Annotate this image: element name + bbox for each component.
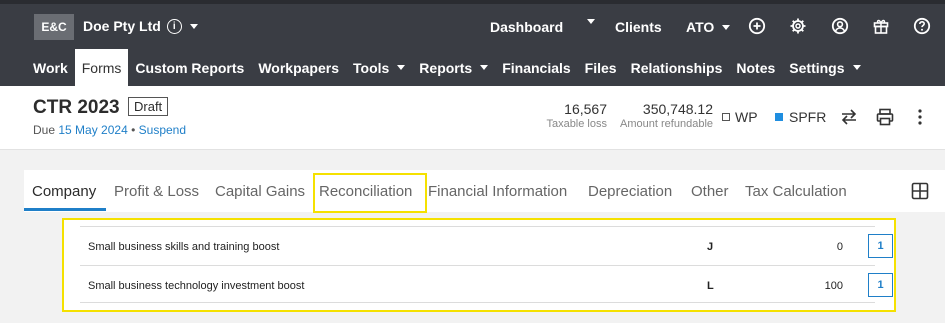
suspend-link[interactable]: Suspend bbox=[139, 123, 186, 137]
more-vertical-icon[interactable] bbox=[910, 107, 930, 127]
company-selector[interactable]: Doe Pty Ltd i bbox=[83, 18, 198, 34]
user-circle-icon[interactable] bbox=[831, 17, 849, 35]
tab-profit-loss[interactable]: Profit & Loss bbox=[114, 170, 199, 212]
app-logo[interactable]: E&C bbox=[34, 14, 74, 40]
menu-item-custom-reports[interactable]: Custom Reports bbox=[128, 49, 251, 86]
menu-item-tools[interactable]: Tools bbox=[346, 49, 412, 86]
tab-company[interactable]: Company bbox=[32, 170, 96, 212]
checkbox-icon bbox=[722, 113, 730, 121]
chevron-down-icon bbox=[480, 65, 489, 70]
menu-item-settings[interactable]: Settings bbox=[782, 49, 867, 86]
taxable-loss-value: 16,567 bbox=[564, 101, 607, 117]
print-icon[interactable] bbox=[875, 107, 895, 127]
due-separator: • bbox=[131, 123, 136, 137]
menu-item-label: Financials bbox=[502, 59, 571, 76]
return-header: CTR 2023 Draft Due 15 May 2024 • Suspend… bbox=[0, 86, 945, 150]
due-prefix: Due bbox=[33, 123, 56, 137]
status-badge: Draft bbox=[128, 97, 169, 116]
refund-value: 350,748.12 bbox=[642, 101, 713, 117]
taxable-loss-label: Taxable loss bbox=[546, 118, 607, 130]
active-tab-indicator bbox=[24, 208, 106, 211]
refund-stat: 350,748.12 Amount refundable bbox=[620, 101, 713, 130]
tab-label: Financial Information bbox=[428, 182, 568, 200]
menu-item-label: Settings bbox=[789, 59, 845, 76]
nav-clients-label: Clients bbox=[615, 19, 662, 35]
menu-item-label: Work bbox=[33, 59, 68, 76]
chevron-down-icon bbox=[852, 65, 861, 70]
reconciliation-highlight-box bbox=[313, 173, 427, 213]
tab-label: Depreciation bbox=[588, 182, 673, 200]
chevron-down-icon bbox=[587, 19, 595, 24]
menu-item-label: Notes bbox=[736, 59, 776, 76]
tab-label: Company bbox=[32, 182, 97, 200]
menu-item-label: Reports bbox=[419, 59, 473, 76]
grid-layout-icon[interactable] bbox=[911, 182, 929, 200]
tab-other[interactable]: Other bbox=[691, 170, 729, 212]
page-title: CTR 2023 bbox=[33, 97, 120, 118]
info-icon[interactable]: i bbox=[166, 18, 182, 34]
nav-ato[interactable]: ATO bbox=[686, 19, 731, 35]
due-line: Due 15 May 2024 • Suspend bbox=[33, 123, 186, 137]
tab-capital-gains[interactable]: Capital Gains bbox=[215, 170, 305, 212]
menu-item-reports[interactable]: Reports bbox=[412, 49, 495, 86]
table-highlight-box bbox=[62, 218, 896, 312]
top-bar-edge bbox=[0, 0, 945, 4]
tab-label: Tax Calculation bbox=[745, 182, 847, 200]
tab-tax-calculation[interactable]: Tax Calculation bbox=[745, 170, 847, 212]
menu-item-label: Relationships bbox=[630, 59, 723, 76]
menu-item-financials[interactable]: Financials bbox=[495, 49, 577, 86]
wp-toggle[interactable]: WP bbox=[722, 109, 758, 125]
menu-item-label: Forms bbox=[81, 59, 122, 76]
refund-label: Amount refundable bbox=[620, 118, 713, 130]
tab-label: Profit & Loss bbox=[114, 182, 200, 200]
menu-item-label: Workpapers bbox=[258, 59, 339, 76]
dashboard-dropdown[interactable] bbox=[585, 19, 595, 24]
nav-dashboard[interactable]: Dashboard bbox=[490, 19, 563, 35]
spfr-toggle[interactable]: SPFR bbox=[775, 109, 826, 125]
menu-item-label: Custom Reports bbox=[135, 59, 245, 76]
nav-dashboard-label: Dashboard bbox=[490, 19, 564, 35]
main-menu: Work Forms Custom Reports Workpapers Too… bbox=[0, 49, 868, 86]
add-circle-icon[interactable] bbox=[748, 17, 766, 35]
menu-item-forms[interactable]: Forms bbox=[74, 49, 129, 86]
menu-item-files[interactable]: Files bbox=[578, 49, 624, 86]
nav-ato-label: ATO bbox=[686, 19, 715, 35]
menu-item-label: Tools bbox=[353, 59, 390, 76]
menu-item-label: Files bbox=[584, 59, 617, 76]
chevron-down-icon bbox=[722, 24, 731, 30]
status-dot-icon bbox=[775, 113, 783, 121]
form-tabs: Company Profit & Loss Capital Gains Reco… bbox=[24, 170, 945, 212]
nav-clients[interactable]: Clients bbox=[615, 19, 662, 35]
menu-item-relationships[interactable]: Relationships bbox=[624, 49, 730, 86]
spfr-label: SPFR bbox=[789, 109, 827, 125]
taxable-loss-stat: 16,567 Taxable loss bbox=[546, 101, 607, 130]
top-bar: E&C Doe Pty Ltd i Dashboard Clients ATO bbox=[0, 0, 945, 86]
menu-item-workpapers[interactable]: Workpapers bbox=[251, 49, 346, 86]
tab-financial-information[interactable]: Financial Information bbox=[428, 170, 567, 212]
menu-item-work[interactable]: Work bbox=[26, 49, 75, 86]
swap-icon[interactable] bbox=[839, 107, 859, 127]
wp-label: WP bbox=[735, 109, 758, 125]
chevron-down-icon bbox=[397, 65, 406, 70]
gear-icon[interactable] bbox=[789, 17, 807, 35]
tab-label: Other bbox=[691, 182, 729, 200]
tab-depreciation[interactable]: Depreciation bbox=[588, 170, 672, 212]
menu-item-notes[interactable]: Notes bbox=[729, 49, 782, 86]
chevron-down-icon bbox=[189, 23, 198, 29]
gift-icon[interactable] bbox=[872, 17, 890, 35]
tab-label: Capital Gains bbox=[215, 182, 306, 200]
company-name: Doe Pty Ltd bbox=[83, 18, 161, 34]
due-date-link[interactable]: 15 May 2024 bbox=[58, 123, 127, 137]
help-icon[interactable] bbox=[913, 17, 931, 35]
